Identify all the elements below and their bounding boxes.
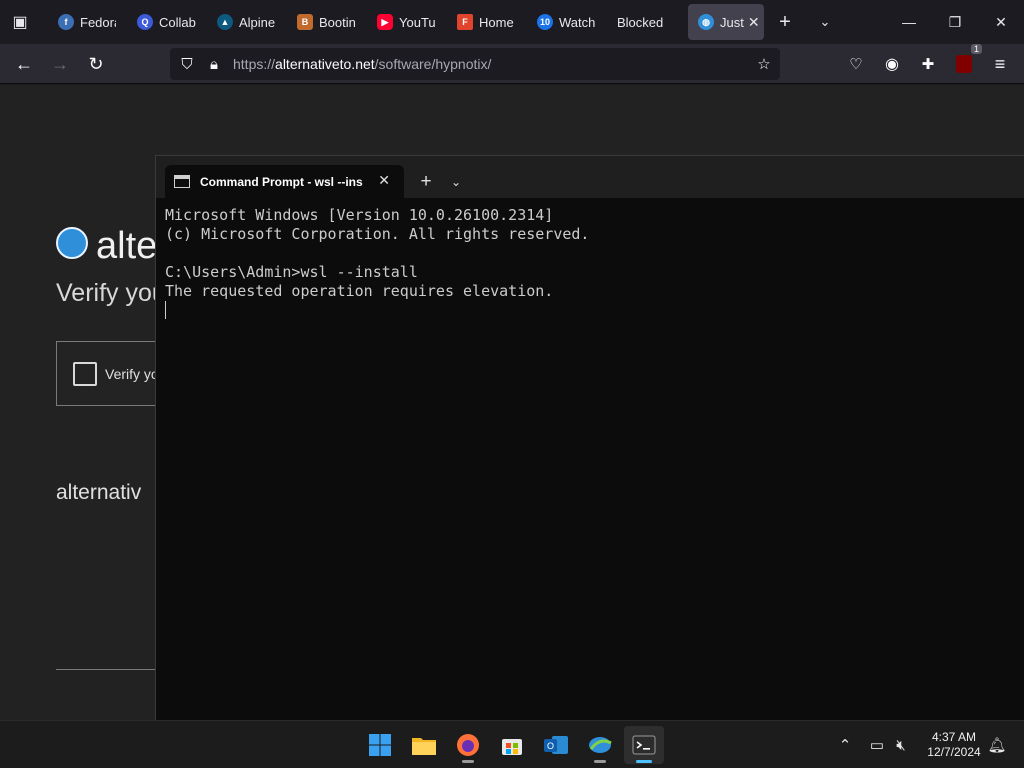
running-indicator — [636, 760, 652, 763]
chevron-up-icon[interactable]: ⌃ — [834, 733, 856, 757]
booting-icon: B — [297, 14, 313, 30]
terminal-line: (c) Microsoft Corporation. All rights re… — [165, 225, 590, 243]
terminal-tab-title: Command Prompt - wsl --ins — [200, 174, 363, 189]
file-explorer-button[interactable] — [404, 726, 444, 764]
ublock-icon[interactable]: 1 — [948, 44, 982, 80]
close-window-button[interactable]: ✕ — [978, 0, 1024, 44]
terminal-tab-bar: Command Prompt - wsl --ins ✕ + ⌄ — [156, 156, 1024, 198]
lock-icon[interactable]: 🔒︎ — [202, 52, 226, 76]
navigation-toolbar: ← → ↻ ⛉ 🔒︎ https://alternativeto.net/sof… — [0, 44, 1024, 84]
command-prompt-icon — [174, 175, 190, 188]
tab-overview-icon[interactable]: ▣ — [5, 6, 35, 38]
shield-icon[interactable]: ⛉ — [175, 52, 199, 76]
extensions-icon[interactable]: ✚ — [912, 48, 944, 80]
url-text[interactable]: https://alternativeto.net/software/hypno… — [233, 56, 491, 72]
taskbar: O ⌃ ▭ 🔇︎ 4:37 AM 12/7/2024 🔔︎ — [0, 720, 1024, 768]
folder-icon — [412, 738, 436, 755]
minimize-button[interactable]: — — [886, 0, 932, 44]
terminal-line: Microsoft Windows [Version 10.0.26100.23… — [165, 206, 554, 224]
chevron-down-icon[interactable]: ⌄ — [810, 6, 840, 38]
web-app-icon — [589, 737, 612, 753]
captcha-label: Verify yo — [105, 366, 159, 382]
account-icon[interactable]: ◉ — [876, 48, 908, 80]
browser-tab-booting[interactable]: B Bootin — [287, 4, 357, 40]
domain-text: alternativ — [56, 481, 142, 504]
collab-icon: Q — [137, 14, 153, 30]
volume-muted-icon[interactable]: 🔇︎ — [890, 733, 912, 757]
store-icon — [502, 739, 522, 755]
terminal-line: The requested operation requires elevati… — [165, 282, 554, 300]
restore-button[interactable]: ❐ — [932, 0, 978, 44]
fedora-icon: f — [58, 14, 74, 30]
browser-tab-collab[interactable]: Q Collab — [127, 4, 199, 40]
terminal-taskbar-button[interactable] — [624, 726, 664, 764]
close-icon[interactable]: ✕ — [378, 172, 390, 189]
microsoft-store-button[interactable] — [492, 726, 532, 764]
browser-tab-watch[interactable]: 10 Watch — [527, 4, 597, 40]
new-tab-button[interactable]: + — [770, 6, 800, 38]
firefox-icon — [457, 734, 479, 756]
terminal-tab[interactable]: Command Prompt - wsl --ins ✕ — [165, 165, 404, 198]
clock-time: 4:37 AM — [931, 730, 977, 744]
start-button[interactable] — [360, 726, 400, 764]
url-bar[interactable]: ⛉ 🔒︎ https://alternativeto.net/software/… — [170, 48, 780, 80]
new-terminal-tab-button[interactable]: + — [414, 170, 438, 194]
outlook-button[interactable]: O — [536, 726, 576, 764]
browser-tab-strip: ▣ f Fedora Q Collab ▲ Alpine B Bootin ▶ … — [0, 0, 1024, 44]
extension-badge: 1 — [970, 44, 982, 54]
windows-icon — [369, 734, 391, 756]
alternativeto-icon: ◍ — [698, 14, 714, 30]
menu-icon[interactable]: ≡ — [984, 48, 1016, 80]
reload-button[interactable]: ↻ — [80, 48, 112, 80]
watch-icon: 10 — [537, 14, 553, 30]
terminal-line: C:\Users\Admin>wsl --install — [165, 263, 418, 281]
display-icon[interactable]: ▭ — [866, 733, 888, 757]
notification-bell-icon[interactable]: 🔔︎ — [986, 733, 1008, 757]
captcha-checkbox[interactable] — [73, 362, 97, 386]
system-clock[interactable]: 4:37 AM 12/7/2024 — [914, 730, 994, 760]
browser-tab-active[interactable]: ◍ Just ✕ — [688, 4, 764, 40]
firefox-button[interactable] — [448, 726, 488, 764]
terminal-prompt-line — [165, 301, 1015, 320]
forward-button[interactable]: → — [44, 48, 76, 80]
alternativeto-app-button[interactable] — [580, 726, 620, 764]
terminal-output[interactable]: Microsoft Windows [Version 10.0.26100.23… — [165, 206, 1015, 320]
terminal-icon — [632, 735, 656, 755]
outlook-icon: O — [544, 736, 568, 754]
terminal-window[interactable]: Command Prompt - wsl --ins ✕ + ⌄ Microso… — [155, 155, 1024, 720]
alternativeto-logo — [56, 227, 88, 259]
browser-tab-blocked[interactable]: Blocked — [607, 4, 679, 40]
browser-tab-youtube[interactable]: ▶ YouTu — [367, 4, 439, 40]
home-site-icon: F — [457, 14, 473, 30]
browser-tab-home[interactable]: F Home — [447, 4, 521, 40]
bookmark-star-icon[interactable]: ☆ — [752, 52, 776, 76]
text-cursor — [165, 301, 166, 319]
site-name: alte — [96, 225, 158, 267]
terminal-dropdown-icon[interactable]: ⌄ — [444, 170, 468, 194]
running-indicator — [462, 760, 474, 763]
verify-heading: Verify you — [56, 279, 166, 307]
browser-tab-alpine[interactable]: ▲ Alpine — [207, 4, 281, 40]
clock-date: 12/7/2024 — [927, 745, 981, 759]
running-indicator — [594, 760, 606, 763]
alpine-icon: ▲ — [217, 14, 233, 30]
back-button[interactable]: ← — [8, 48, 40, 80]
close-tab-icon[interactable]: ✕ — [748, 14, 760, 31]
browser-tab-fedora[interactable]: f Fedora — [48, 4, 116, 40]
svg-text:O: O — [547, 741, 554, 751]
pocket-icon[interactable]: ♡ — [840, 48, 872, 80]
youtube-icon: ▶ — [377, 14, 393, 30]
